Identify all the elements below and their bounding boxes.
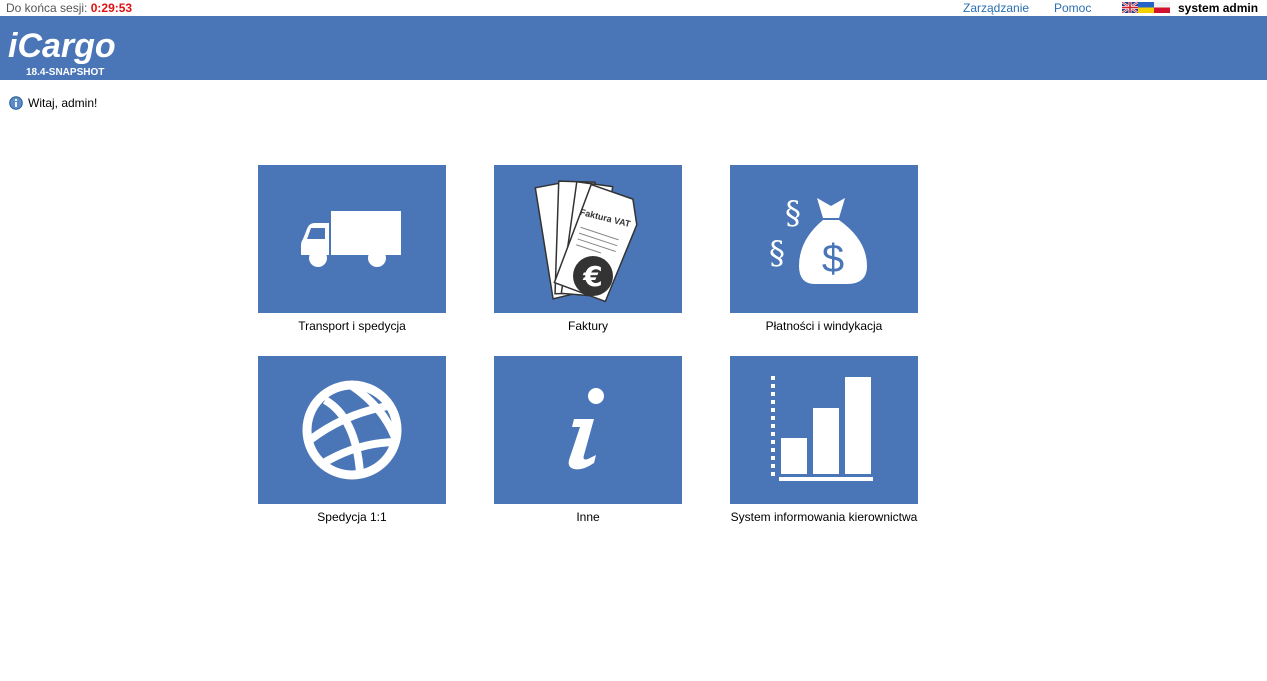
welcome-text: Witaj, admin! bbox=[28, 96, 98, 110]
tile-management-info-label: System informowania kierownictwa bbox=[730, 510, 918, 524]
svg-text:$: $ bbox=[822, 237, 844, 281]
tile-payments-label: Płatności i windykacja bbox=[765, 319, 883, 333]
logo-text: iCargo bbox=[8, 27, 116, 65]
tile-management-info[interactable]: System informowania kierownictwa bbox=[730, 356, 918, 524]
tile-forwarding-label: Spedycja 1:1 bbox=[317, 510, 387, 524]
truck-icon bbox=[301, 211, 401, 267]
svg-text:€: € bbox=[582, 260, 602, 293]
tile-transport[interactable]: Transport i spedycja bbox=[258, 165, 446, 333]
tile-invoices-label: Faktury bbox=[567, 319, 608, 333]
user-name[interactable]: system admin bbox=[1178, 1, 1258, 15]
language-flags bbox=[1122, 2, 1170, 13]
ua-flag-icon[interactable] bbox=[1138, 2, 1154, 13]
top-bar: Do końca sesji: 0:29:53 Zarządzanie Pomo… bbox=[0, 0, 1267, 16]
manage-link[interactable]: Zarządzanie bbox=[963, 1, 1029, 15]
globe-icon bbox=[302, 380, 402, 480]
version-label: 18.4-SNAPSHOT bbox=[26, 67, 105, 78]
tile-transport-box[interactable] bbox=[258, 165, 446, 313]
svg-text:§: § bbox=[785, 194, 801, 232]
tile-other-label: Inne bbox=[576, 510, 600, 524]
session-time: 0:29:53 bbox=[90, 1, 133, 15]
pl-flag-icon[interactable] bbox=[1154, 2, 1170, 13]
info-icon bbox=[9, 96, 23, 110]
tile-transport-label: Transport i spedycja bbox=[298, 319, 406, 333]
tile-forwarding[interactable]: Spedycja 1:1 bbox=[258, 356, 446, 524]
icargo-logo[interactable]: iCargo bbox=[8, 19, 133, 65]
money-bag-icon: § § $ bbox=[769, 194, 867, 284]
tile-invoices[interactable]: Faktura VAT € Faktury bbox=[494, 165, 682, 333]
session-timer: Do końca sesji: 0:29:53 bbox=[6, 1, 132, 15]
tile-other-box[interactable] bbox=[494, 356, 682, 504]
help-link[interactable]: Pomoc bbox=[1054, 1, 1091, 15]
svg-text:§: § bbox=[769, 234, 785, 272]
invoice-icon: Faktura VAT € bbox=[534, 180, 638, 303]
tile-other[interactable]: Inne bbox=[494, 356, 682, 524]
info-letter-icon bbox=[568, 388, 604, 470]
header-banner: iCargo 18.4-SNAPSHOT bbox=[0, 16, 1267, 80]
uk-flag-icon[interactable] bbox=[1122, 2, 1138, 13]
tile-invoices-box[interactable]: Faktura VAT € bbox=[494, 165, 682, 313]
tile-payments-box[interactable]: § § $ bbox=[730, 165, 918, 313]
tile-payments[interactable]: § § $ Płatności i windykacja bbox=[730, 165, 918, 333]
tile-forwarding-box[interactable] bbox=[258, 356, 446, 504]
bar-chart-icon bbox=[771, 376, 873, 481]
session-label: Do końca sesji: bbox=[6, 1, 88, 15]
welcome-message: Witaj, admin! bbox=[9, 96, 97, 110]
tile-management-info-box[interactable] bbox=[730, 356, 918, 504]
